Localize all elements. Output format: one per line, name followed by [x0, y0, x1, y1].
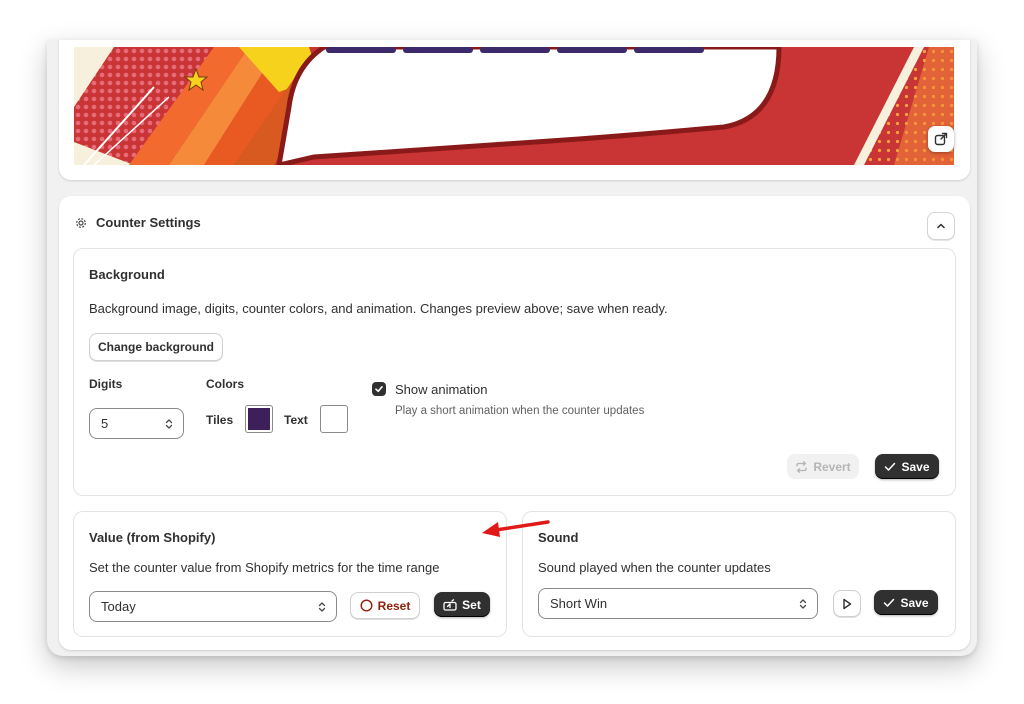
- counter-settings-title: Counter Settings: [96, 215, 201, 230]
- counter-settings-card: Counter Settings Background Background i…: [59, 196, 970, 650]
- text-color-label: Text: [284, 413, 308, 427]
- show-animation-help: Play a short animation when the counter …: [395, 405, 645, 417]
- preview-card: [59, 40, 970, 180]
- counter-settings-header: Counter Settings: [75, 215, 201, 230]
- colors-label: Colors: [206, 377, 245, 391]
- select-chevrons-icon: [318, 601, 326, 612]
- save-sound-button[interactable]: Save: [874, 590, 938, 615]
- check-icon: [375, 386, 383, 393]
- revert-label: Revert: [813, 459, 851, 474]
- sound-panel: Sound Sound played when the counter upda…: [522, 511, 956, 637]
- digits-label: Digits: [89, 377, 123, 391]
- sound-description: Sound played when the counter updates: [538, 560, 771, 575]
- reset-value-button[interactable]: Reset: [350, 592, 420, 619]
- collapse-settings-button[interactable]: [927, 212, 955, 240]
- text-color-fill: [323, 408, 345, 430]
- annotation-arrow: [482, 520, 550, 537]
- gear-icon: [76, 217, 86, 228]
- check-icon: [884, 598, 895, 607]
- background-panel: Background Background image, digits, cou…: [73, 248, 956, 496]
- reset-circle-icon: [360, 599, 373, 612]
- value-description: Set the counter value from Shopify metri…: [89, 560, 440, 575]
- background-description: Background image, digits, counter colors…: [89, 301, 668, 316]
- value-panel: Value (from Shopify) Set the counter val…: [73, 511, 507, 637]
- tiles-color-swatch[interactable]: [245, 405, 273, 433]
- select-chevrons-icon: [165, 418, 173, 429]
- select-chevrons-icon: [799, 598, 807, 609]
- tiles-color-fill: [248, 408, 270, 430]
- digits-value: 5: [101, 416, 109, 431]
- save-sound-label: Save: [900, 595, 929, 610]
- sound-select[interactable]: Short Win: [538, 588, 818, 619]
- show-animation-label[interactable]: Show animation: [395, 382, 488, 397]
- value-title: Value (from Shopify): [89, 530, 216, 545]
- play-icon: [843, 598, 852, 609]
- chevron-up-icon: [937, 223, 945, 229]
- open-preview-button[interactable]: [928, 126, 954, 152]
- revert-icon: [796, 460, 807, 473]
- check-icon: [885, 462, 896, 471]
- set-value-button[interactable]: Set: [434, 592, 490, 617]
- external-link-icon: [934, 132, 948, 146]
- digits-select[interactable]: 5: [89, 408, 184, 439]
- time-range-select[interactable]: Today: [89, 591, 337, 622]
- time-range-value: Today: [101, 599, 136, 614]
- show-animation-checkbox[interactable]: [372, 382, 386, 396]
- save-background-label: Save: [901, 459, 930, 474]
- revert-button: Revert: [787, 454, 859, 479]
- tiles-label: Tiles: [206, 413, 234, 427]
- set-icon: [443, 598, 457, 611]
- background-title: Background: [89, 267, 165, 282]
- comic-background-art: [74, 47, 954, 165]
- sound-value: Short Win: [550, 596, 608, 611]
- app-window: Counter Settings Background Background i…: [47, 40, 977, 656]
- set-value-label: Set: [462, 597, 481, 612]
- change-background-button[interactable]: Change background: [89, 333, 223, 361]
- reset-value-label: Reset: [377, 598, 411, 613]
- text-color-swatch[interactable]: [320, 405, 348, 433]
- save-background-button[interactable]: Save: [875, 454, 939, 479]
- play-sound-button[interactable]: [833, 590, 861, 617]
- counter-preview-image: [74, 47, 954, 165]
